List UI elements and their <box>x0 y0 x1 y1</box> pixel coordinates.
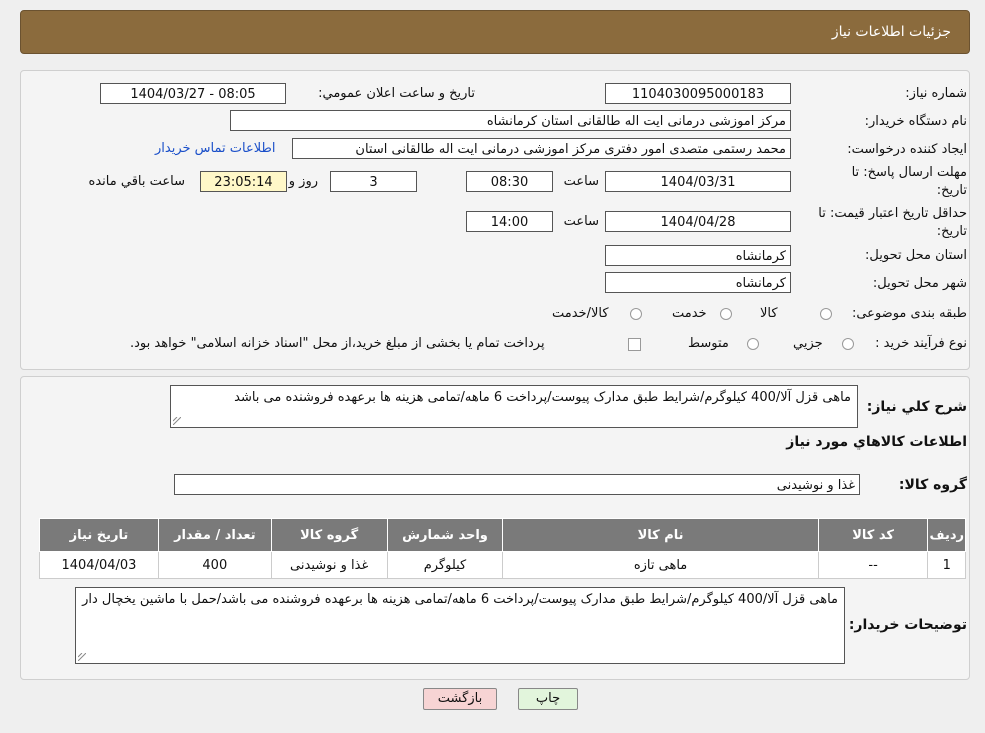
cell-group: غذا و نوشیدنی <box>270 551 388 579</box>
col-header-row-number: رديف <box>927 518 966 552</box>
cell-date: 1404/04/03 <box>39 551 159 579</box>
validity-hour-label: ساعت <box>563 214 599 229</box>
description-label: شرح کلي نياز: <box>866 399 967 415</box>
buyer-org-field: مرکز اموزشی درمانی ایت اله طالقانی استان… <box>230 110 791 131</box>
col-header-group: گروه کالا <box>270 518 388 552</box>
buyer-contact-link[interactable]: اطلاعات تماس خريدار <box>155 141 275 156</box>
deadline-label: مهلت ارسال پاسخ: تا <box>851 165 967 180</box>
category-option-goods: کالا <box>760 306 778 321</box>
description-textarea: ماهی قزل آلا/400 کیلوگرم/شرایط طبق مدارک… <box>170 385 858 428</box>
col-header-date: تاريخ نياز <box>39 518 159 552</box>
process-label: نوع فرآيند خريد : <box>875 336 967 351</box>
buyer-notes-textarea: ماهی قزل آلا/400 کیلوگرم/شرایط طبق مدارک… <box>75 587 845 664</box>
page-header: جزئیات اطلاعات نیاز <box>20 10 970 54</box>
col-header-quantity: تعداد / مقدار <box>157 518 272 552</box>
page-title: جزئیات اطلاعات نیاز <box>831 24 951 40</box>
resize-grip-icon <box>173 417 181 425</box>
process-option-medium: متوسط <box>688 336 729 351</box>
goods-group-field: غذا و نوشیدنی <box>174 474 860 495</box>
province-label: استان محل تحويل: <box>865 248 967 263</box>
cell-row-number: 1 <box>927 551 966 579</box>
validity-time-field: 14:00 <box>466 211 553 232</box>
goods-group-label: گروه کالا: <box>898 477 967 493</box>
category-radio-service[interactable] <box>720 308 732 320</box>
goods-info-title: اطلاعات کالاهاي مورد نياز <box>786 434 967 450</box>
col-header-unit: واحد شمارش <box>386 518 504 552</box>
validity-date-field: 1404/04/28 <box>605 211 791 232</box>
announce-label: تاریخ و ساعت اعلان عمومي: <box>318 86 475 101</box>
need-number-label: شماره نیاز: <box>905 86 967 101</box>
category-label: طبقه بندی موضوعی: <box>851 306 967 321</box>
process-radio-minor[interactable] <box>842 338 854 350</box>
creator-label: ايجاد کننده درخواست: <box>847 142 967 157</box>
remaining-time-field: 23:05:14 <box>200 171 287 192</box>
buyer-org-label: نام دستگاه خريدار: <box>864 114 967 129</box>
need-number-field: 1104030095000183 <box>605 83 791 104</box>
city-label: شهر محل تحويل: <box>872 276 967 291</box>
deadline-label-2: تاريخ: <box>936 183 967 198</box>
province-field: کرمانشاه <box>605 245 791 266</box>
items-table: رديف کد کالا نام کالا واحد شمارش گروه کا… <box>39 518 966 579</box>
category-radio-goods[interactable] <box>820 308 832 320</box>
buyer-notes-text: ماهی قزل آلا/400 کیلوگرم/شرایط طبق مدارک… <box>82 592 838 607</box>
process-radio-medium[interactable] <box>747 338 759 350</box>
cell-name: ماهی تازه <box>502 551 819 579</box>
table-header-row: رديف کد کالا نام کالا واحد شمارش گروه کا… <box>39 518 966 552</box>
table-row: 1 -- ماهی تازه کیلوگرم غذا و نوشیدنی 400… <box>39 551 966 579</box>
back-button[interactable]: بازگشت <box>423 688 497 710</box>
items-table-wrapper: رديف کد کالا نام کالا واحد شمارش گروه کا… <box>39 518 966 579</box>
deadline-date-field: 1404/03/31 <box>605 171 791 192</box>
remaining-label: ساعت باقي مانده <box>88 174 185 189</box>
buyer-notes-label: توضيحات خريدار: <box>848 617 967 633</box>
announce-field: 1404/03/27 - 08:05 <box>100 83 286 104</box>
category-option-service: خدمت <box>672 306 707 321</box>
category-option-goods-service: کالا/خدمت <box>552 306 609 321</box>
resize-grip-icon <box>78 653 86 661</box>
description-text: ماهی قزل آلا/400 کیلوگرم/شرایط طبق مدارک… <box>234 390 851 405</box>
days-field: 3 <box>330 171 417 192</box>
days-label: روز و <box>288 174 318 189</box>
cell-quantity: 400 <box>157 551 272 579</box>
cell-unit: کیلوگرم <box>386 551 504 579</box>
deadline-time-field: 08:30 <box>466 171 553 192</box>
col-header-code: کد کالا <box>817 518 929 552</box>
col-header-name: نام کالا <box>502 518 819 552</box>
city-field: کرمانشاه <box>605 272 791 293</box>
deadline-hour-label: ساعت <box>563 174 599 189</box>
creator-field: محمد رستمی متصدی امور دفتری مرکز اموزشی … <box>292 138 791 159</box>
cell-code: -- <box>817 551 929 579</box>
treasury-checkbox[interactable] <box>628 338 641 351</box>
validity-label: حداقل تاريخ اعتبار قيمت: تا <box>818 206 967 221</box>
print-button[interactable]: چاپ <box>518 688 578 710</box>
process-option-minor: جزيي <box>793 336 823 351</box>
category-radio-goods-service[interactable] <box>630 308 642 320</box>
process-note: پرداخت تمام يا بخشی از مبلغ خريد،از محل … <box>130 336 545 351</box>
validity-label-2: تاريخ: <box>936 224 967 239</box>
